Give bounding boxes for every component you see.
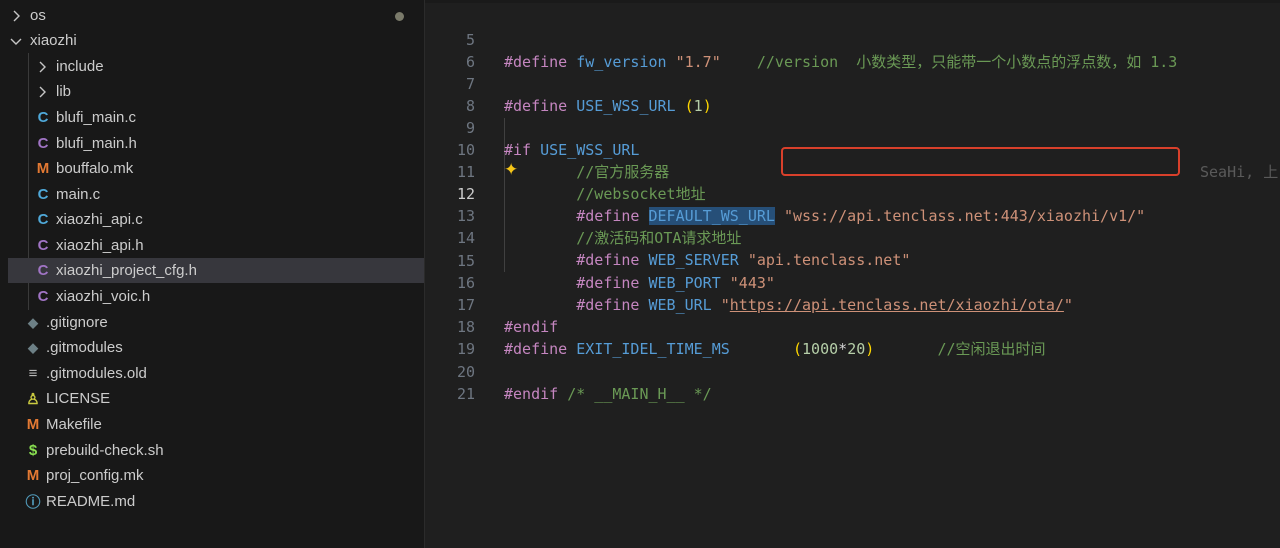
license-icon: ♙ xyxy=(26,390,40,408)
tree-label: xiaozhi xyxy=(30,32,77,49)
code-line[interactable]: 9 #if USE_WSS_URL xyxy=(425,95,1280,159)
line-number: 21 xyxy=(456,385,475,403)
code-line[interactable]: 16 #define WEB_URL "https://api.tenclass… xyxy=(425,250,1280,314)
tree-label: main.c xyxy=(56,186,101,203)
shell-script-icon: $ xyxy=(28,442,38,459)
tree-label: .gitmodules.old xyxy=(46,365,147,382)
chevron-down-icon xyxy=(8,33,24,49)
chevron-right-icon xyxy=(34,84,50,100)
code-line[interactable]: 7 #define USE_WSS_URL (1) xyxy=(425,51,1280,115)
tree-file-gitmodules-old[interactable]: ≡ .gitmodules.old xyxy=(26,361,424,386)
code-lines: 5 #define fw_version "1.7" //version 小数类… xyxy=(425,0,1280,548)
tree-label: xiaozhi_api.c xyxy=(56,211,143,228)
modified-dot-icon xyxy=(395,12,404,21)
tree-label: xiaozhi_api.h xyxy=(56,237,144,254)
code-line[interactable]: 5 #define fw_version "1.7" //version 小数类… xyxy=(425,7,1280,71)
makefile-icon: M xyxy=(26,467,40,484)
tree-label: blufi_main.h xyxy=(56,135,137,152)
tree-label: os xyxy=(30,7,46,24)
code-line[interactable]: 15 #define WEB_PORT "443" xyxy=(425,228,1280,292)
tree-file-gitmodules[interactable]: ◆ .gitmodules xyxy=(26,335,424,360)
tree-label: README.md xyxy=(46,493,136,510)
makefile-icon: M xyxy=(36,160,50,177)
tree-label: include xyxy=(56,58,104,75)
code-line[interactable]: 6 xyxy=(425,29,1280,71)
tree-file-makefile[interactable]: M Makefile xyxy=(26,412,424,437)
tree-label: proj_config.mk xyxy=(46,467,144,484)
line-text: #endif /* __MAIN_H__ */ xyxy=(504,385,712,403)
tree-folder-xiaozhi[interactable]: xiaozhi xyxy=(8,28,424,53)
tree-label: prebuild-check.sh xyxy=(46,442,164,459)
tree-label: lib xyxy=(56,83,72,100)
git-icon: ◆ xyxy=(28,314,38,330)
code-line[interactable]: 21 xyxy=(425,361,1280,403)
tree-label: .gitmodules xyxy=(46,339,123,356)
code-line[interactable]: 14 #define WEB_SERVER "api.tenclass.net" xyxy=(425,205,1280,269)
tree-file-xiaozhi-api-c[interactable]: C xiaozhi_api.c xyxy=(36,207,424,232)
tree-file-xiaozhi-api-h[interactable]: C xiaozhi_api.h xyxy=(36,233,424,258)
tree-label: xiaozhi_voic.h xyxy=(56,288,151,305)
text-lines-icon: ≡ xyxy=(28,365,38,382)
code-line[interactable]: 17 #endif xyxy=(425,272,1280,336)
url-highlight-box xyxy=(781,147,1180,176)
tree-file-proj-config-mk[interactable]: M proj_config.mk xyxy=(26,463,424,488)
tree-folder-lib[interactable]: lib xyxy=(34,79,424,104)
tree-folder-os[interactable]: os xyxy=(8,3,424,28)
tree-file-readme-md[interactable]: ⓘ README.md xyxy=(26,489,424,514)
code-line[interactable]: 20 #endif /* __MAIN_H__ */ xyxy=(425,339,1280,403)
tree-label: .gitignore xyxy=(46,314,108,331)
tree-file-gitignore[interactable]: ◆ .gitignore xyxy=(26,310,424,335)
tree-file-bouffalo-mk[interactable]: M bouffalo.mk xyxy=(36,156,424,181)
c-file-icon: C xyxy=(37,211,49,228)
tree-label: xiaozhi_project_cfg.h xyxy=(56,262,197,279)
makefile-icon: M xyxy=(26,416,40,433)
code-line[interactable]: 10 //官方服务器 xyxy=(425,117,1280,181)
info-icon: ⓘ xyxy=(25,494,41,511)
code-line[interactable]: 13 //激活码和OTA请求地址 xyxy=(425,183,1280,247)
explorer-sidebar: os xiaozhi include lib C blufi_main.c C … xyxy=(0,0,425,548)
code-line[interactable]: 8 xyxy=(425,73,1280,115)
code-line[interactable]: 19 xyxy=(425,316,1280,358)
chevron-right-icon xyxy=(34,59,50,75)
tree-folder-include[interactable]: include xyxy=(34,54,424,79)
tree-file-license[interactable]: ♙ LICENSE xyxy=(26,386,424,411)
git-blame-annotation: SeaHi, 上 xyxy=(1200,163,1279,181)
c-file-icon: C xyxy=(37,186,49,203)
tree-file-blufi-main-h[interactable]: C blufi_main.h xyxy=(36,131,424,156)
tree-file-xiaozhi-voic-h[interactable]: C xiaozhi_voic.h xyxy=(36,284,424,309)
h-file-icon: C xyxy=(37,288,49,305)
tree-file-prebuild-check-sh[interactable]: $ prebuild-check.sh xyxy=(26,438,424,463)
tree-label: blufi_main.c xyxy=(56,109,137,126)
h-file-icon: C xyxy=(37,262,49,279)
code-line[interactable]: 18 #define EXIT_IDEL_TIME_MS (1000*20) /… xyxy=(425,294,1280,358)
c-file-icon: C xyxy=(37,109,49,126)
h-file-icon: C xyxy=(37,135,49,152)
tree-file-xiaozhi-project-cfg-h[interactable]: C xiaozhi_project_cfg.h xyxy=(8,258,424,283)
tree-label: Makefile xyxy=(46,416,102,433)
tree-file-main-c[interactable]: C main.c xyxy=(36,182,424,207)
h-file-icon: C xyxy=(37,237,49,254)
tree-label: bouffalo.mk xyxy=(56,160,134,177)
git-icon: ◆ xyxy=(28,339,38,355)
tree-label: LICENSE xyxy=(46,390,111,407)
chevron-right-icon xyxy=(8,8,24,24)
tree-file-blufi-main-c[interactable]: C blufi_main.c xyxy=(36,105,424,130)
sparkle-icon[interactable]: ✦ xyxy=(504,160,518,180)
